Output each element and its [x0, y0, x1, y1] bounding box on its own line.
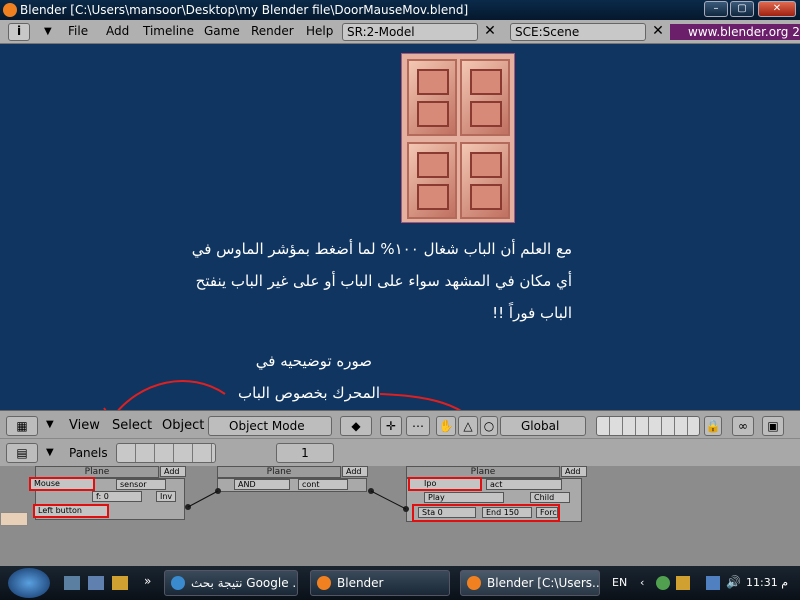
media-player-icon[interactable] — [112, 576, 128, 590]
task-blender-file[interactable]: Blender [C:\Users... — [460, 570, 600, 596]
tray-expand-icon[interactable]: ‹ — [640, 576, 644, 589]
logic-bricks-area: Plane Add Mouse sensor f: 0 Inv Left but… — [0, 466, 800, 566]
show-desktop-icon[interactable] — [64, 576, 80, 590]
translate-icon[interactable]: △ — [458, 416, 478, 436]
network-icon[interactable] — [706, 576, 720, 590]
menu-object[interactable]: Object — [162, 418, 204, 433]
switch-windows-icon[interactable] — [88, 576, 104, 590]
task-label: نتيجة بحث Google ... — [191, 576, 298, 590]
collapse-icon[interactable]: ▼ — [46, 419, 54, 430]
hand-icon[interactable]: ✋ — [436, 416, 456, 436]
snap-icon[interactable]: ⋯ — [406, 416, 430, 436]
frame-value: 1 — [301, 446, 309, 460]
logic-connections — [187, 490, 407, 510]
volume-icon[interactable]: 🔊 — [726, 575, 741, 589]
window-type-3d-icon[interactable]: ▦ — [6, 416, 38, 436]
tray-app-icon[interactable] — [656, 576, 670, 590]
task-label: Blender [C:\Users... — [487, 576, 600, 590]
logic-editor-header: ▤ ▼ Panels 1 — [0, 438, 800, 466]
rotate-icon[interactable]: ○ — [480, 416, 498, 436]
window-type-buttons-icon[interactable]: ▤ — [6, 443, 38, 463]
task-label: Blender — [337, 576, 384, 590]
frame-field[interactable]: 1 — [276, 443, 334, 463]
lock-icon[interactable]: 🔒 — [704, 416, 722, 436]
menu-select[interactable]: Select — [112, 418, 152, 433]
taskbar: » نتيجة بحث Google ... Blender Blender [… — [0, 566, 800, 600]
shading-icon[interactable]: ◆ — [340, 416, 372, 436]
panels-label: Panels — [69, 446, 108, 460]
quicklaunch-more-icon[interactable]: » — [144, 574, 151, 588]
layer-buttons[interactable] — [596, 416, 700, 436]
language-indicator[interactable]: EN — [612, 576, 627, 589]
ie-icon — [171, 576, 185, 590]
orientation-selector[interactable]: Global — [500, 416, 586, 436]
render-icon[interactable]: ▣ — [762, 416, 784, 436]
start-button-icon[interactable] — [8, 568, 50, 598]
blender-task-icon — [317, 576, 331, 590]
task-blender[interactable]: Blender — [310, 570, 450, 596]
menu-view[interactable]: View — [69, 418, 100, 433]
collapse-logic-icon[interactable]: ▼ — [46, 447, 54, 458]
task-google-search[interactable]: نتيجة بحث Google ... — [164, 570, 298, 596]
clock[interactable]: 11:31 م — [746, 576, 788, 589]
tray-folder-icon[interactable] — [676, 576, 690, 590]
blender-task-icon — [467, 576, 481, 590]
context-buttons[interactable] — [116, 443, 216, 463]
3d-view-header: ▦ ▼ View Select Object Object Mode ◆ ✛ ⋯… — [0, 410, 800, 438]
link-icon[interactable]: ∞ — [732, 416, 754, 436]
pivot-icon[interactable]: ✛ — [380, 416, 402, 436]
mode-selector[interactable]: Object Mode — [208, 416, 332, 436]
